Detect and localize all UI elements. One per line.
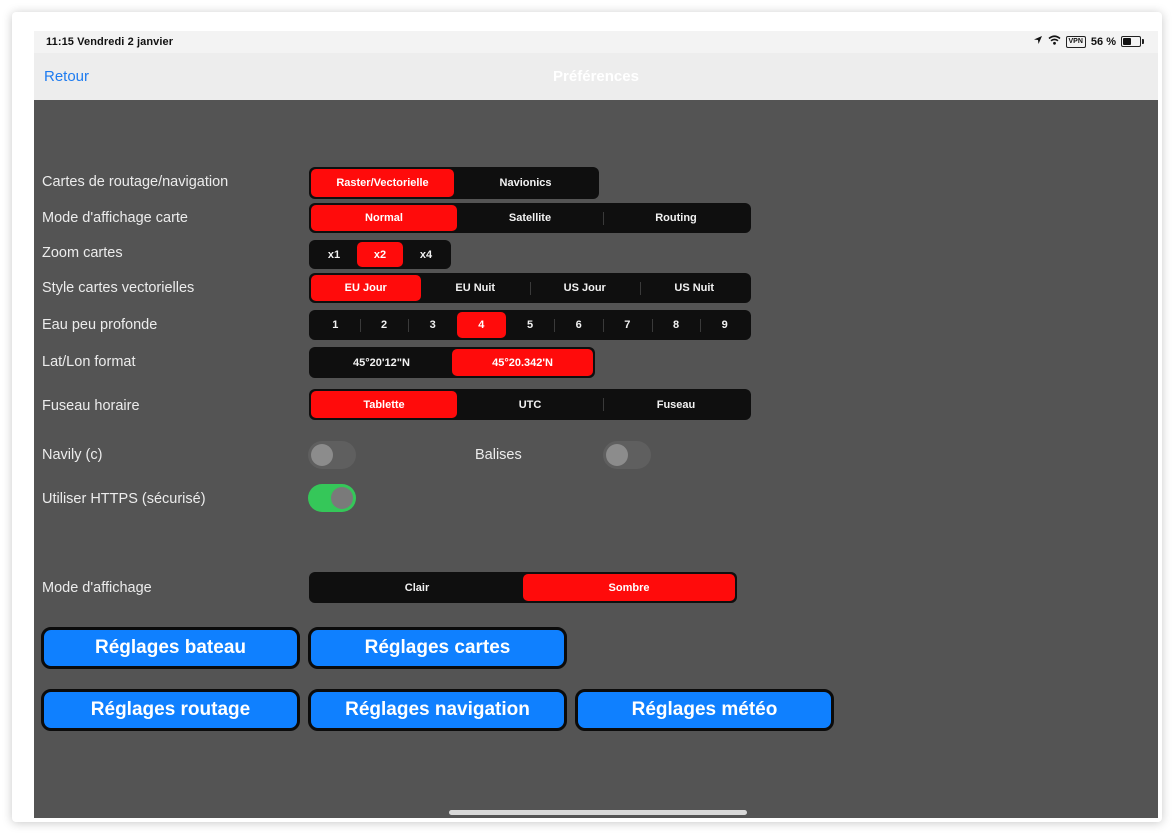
- home-indicator[interactable]: [449, 810, 747, 815]
- charts-label: Cartes de routage/navigation: [42, 174, 229, 190]
- display-mode-label: Mode d'affichage: [42, 580, 152, 596]
- timezone-option[interactable]: Fuseau: [603, 391, 749, 418]
- weather-settings-button[interactable]: Réglages météo: [575, 689, 834, 731]
- display-mode-option[interactable]: Sombre: [523, 574, 735, 601]
- shallow-option[interactable]: 3: [408, 312, 457, 338]
- charts-option[interactable]: Navionics: [454, 169, 597, 197]
- zoom-label: Zoom cartes: [42, 245, 123, 261]
- navigation-bar: Retour Préférences: [34, 53, 1158, 100]
- status-icons: VPN 56 %: [1033, 35, 1144, 48]
- display-mode-option[interactable]: Clair: [311, 574, 523, 601]
- chart-settings-button[interactable]: Réglages cartes: [308, 627, 567, 669]
- battery-percent: 56 %: [1090, 35, 1116, 48]
- zoom-segmented-control: x1 x2 x4: [309, 240, 451, 269]
- navigation-settings-button[interactable]: Réglages navigation: [308, 689, 567, 731]
- display-map-option[interactable]: Routing: [603, 205, 749, 231]
- display-mode-segmented-control: Clair Sombre: [309, 572, 737, 603]
- shallow-option[interactable]: 6: [554, 312, 603, 338]
- timezone-option[interactable]: Tablette: [311, 391, 457, 418]
- navily-label: Navily (c): [42, 447, 103, 463]
- shallow-water-segmented-control: 123456789: [309, 310, 751, 340]
- latlon-segmented-control: 45°20'12"N 45°20.342'N: [309, 347, 595, 378]
- timezone-label: Fuseau horaire: [42, 398, 140, 414]
- shallow-option[interactable]: 5: [506, 312, 555, 338]
- vector-style-option[interactable]: EU Jour: [311, 275, 421, 301]
- vector-style-option[interactable]: EU Nuit: [421, 275, 531, 301]
- latlon-label: Lat/Lon format: [42, 354, 136, 370]
- vpn-badge: VPN: [1065, 35, 1086, 48]
- charts-segmented-control: Raster/Vectorielle Navionics: [309, 167, 599, 199]
- navily-toggle[interactable]: [308, 441, 356, 469]
- https-label: Utiliser HTTPS (sécurisé): [42, 491, 206, 507]
- boat-settings-button[interactable]: Réglages bateau: [41, 627, 300, 669]
- map-display-segmented-control: Normal Satellite Routing: [309, 203, 751, 233]
- shallow-option[interactable]: 4: [457, 312, 506, 338]
- latlon-option[interactable]: 45°20'12"N: [311, 349, 452, 376]
- shallow-water-label: Eau peu profonde: [42, 317, 158, 333]
- shallow-option[interactable]: 7: [603, 312, 652, 338]
- shallow-option[interactable]: 9: [700, 312, 749, 338]
- page-title: Préférences: [553, 68, 639, 85]
- timezone-segmented-control: Tablette UTC Fuseau: [309, 389, 751, 420]
- wifi-icon: [1048, 35, 1061, 48]
- status-bar: 11:15 Vendredi 2 janvier VPN 56 %: [34, 31, 1158, 53]
- shallow-option[interactable]: 1: [311, 312, 360, 338]
- display-map-option[interactable]: Satellite: [457, 205, 603, 231]
- status-time: 11:15 Vendredi 2 janvier: [46, 36, 174, 48]
- balises-toggle[interactable]: [603, 441, 651, 469]
- shallow-option[interactable]: 2: [359, 312, 409, 338]
- zoom-option[interactable]: x4: [403, 242, 449, 267]
- routing-settings-button[interactable]: Réglages routage: [41, 689, 300, 731]
- charts-option[interactable]: Raster/Vectorielle: [311, 169, 454, 197]
- vector-style-option[interactable]: US Nuit: [639, 275, 750, 301]
- zoom-option[interactable]: x1: [311, 242, 357, 267]
- map-display-label: Mode d'affichage carte: [42, 210, 188, 226]
- vector-style-option[interactable]: US Jour: [530, 275, 640, 301]
- battery-icon: [1121, 36, 1141, 47]
- timezone-option[interactable]: UTC: [457, 391, 603, 418]
- shallow-option[interactable]: 8: [651, 312, 701, 338]
- vector-style-segmented-control: EU Jour EU Nuit US Jour US Nuit: [309, 273, 751, 303]
- zoom-option[interactable]: x2: [357, 242, 403, 267]
- https-toggle[interactable]: [308, 484, 356, 512]
- location-icon: [1033, 35, 1043, 48]
- vector-style-label: Style cartes vectorielles: [42, 280, 195, 296]
- balises-label: Balises: [475, 447, 522, 463]
- latlon-option[interactable]: 45°20.342'N: [452, 349, 593, 376]
- preferences-panel: Cartes de routage/navigation Raster/Vect…: [34, 100, 1158, 818]
- display-map-option[interactable]: Normal: [311, 205, 457, 231]
